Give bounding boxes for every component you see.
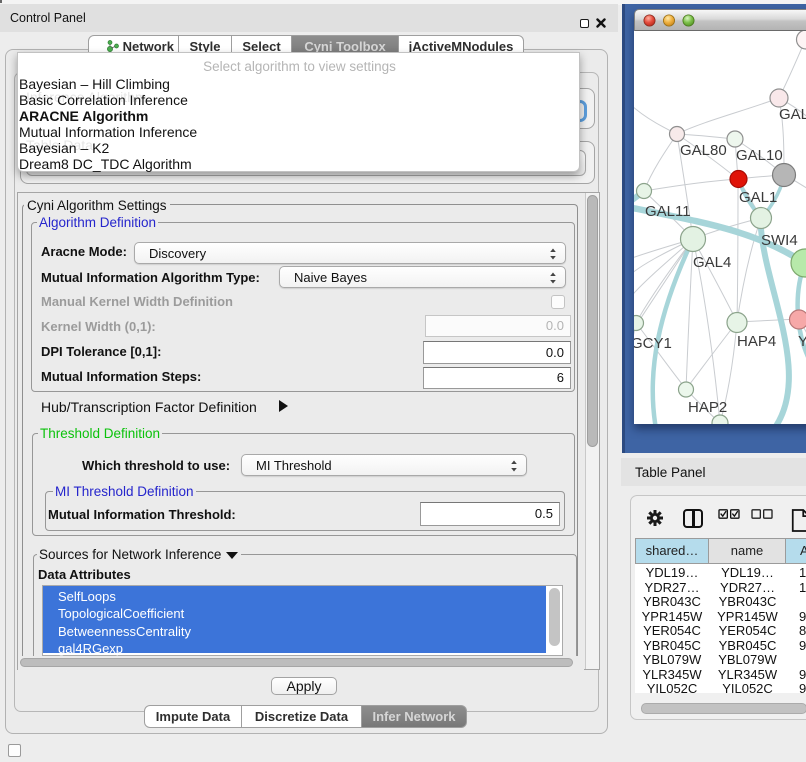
svg-text:GCY1: GCY1 [634, 335, 672, 352]
svg-text:HAP4: HAP4 [737, 333, 776, 350]
svg-text:GAL4: GAL4 [693, 254, 731, 271]
svg-text:GAL11: GAL11 [645, 203, 691, 220]
svg-text:GAL80: GAL80 [680, 142, 727, 159]
svg-text:HAP2: HAP2 [688, 399, 727, 416]
svg-text:GAL2: GAL2 [779, 106, 806, 123]
svg-text:SWI4: SWI4 [761, 232, 798, 249]
svg-text:GAL1: GAL1 [739, 189, 777, 206]
svg-text:GAL10: GAL10 [736, 147, 783, 164]
svg-text:Y: Y [798, 333, 806, 350]
